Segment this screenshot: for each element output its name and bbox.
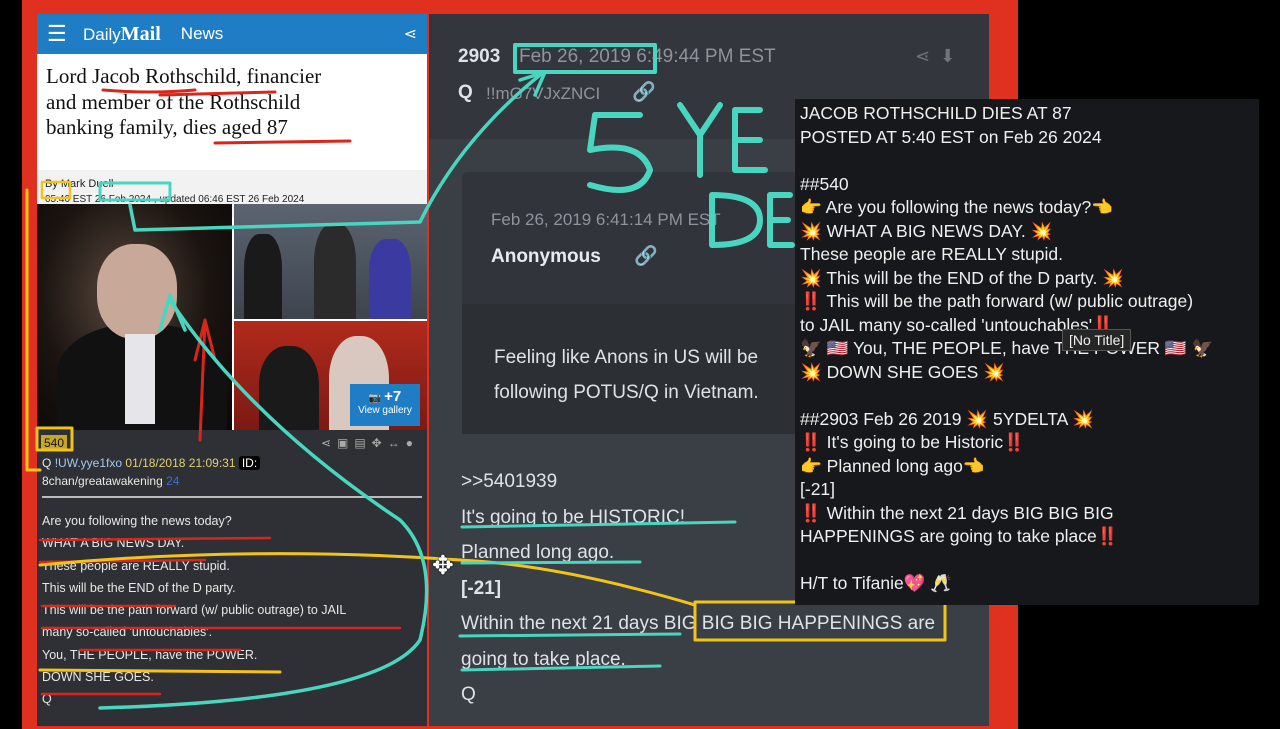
post-line: Are you following the news today?	[42, 514, 232, 528]
anon-poster-name: Anonymous	[491, 246, 601, 267]
anon-post-date: Feb 26, 2019 6:41:14 PM EST	[491, 210, 721, 229]
note-line: 💥 This will be the END of the D party. 💥	[800, 267, 1125, 288]
note-line: 👉 Are you following the news today?👈	[800, 197, 1114, 217]
reply-line: Within the next 21 days BIG BIG BIG HAPP…	[461, 613, 936, 634]
note-line: ##2903 Feb 26 2019 💥 5YDELTA 💥	[800, 408, 1094, 429]
post-line: WHAT A BIG NEWS DAY.	[42, 536, 185, 551]
daily-mail-header: ☰ DailyMail News ⋖	[37, 14, 427, 54]
post-line: many so-called 'untouchables'.	[42, 625, 213, 640]
note-line: 💥 DOWN SHE GOES 💥	[800, 361, 1005, 382]
note-line: 🦅 🇺🇸 You, THE PEOPLE, have THE POWER 🇺🇸 …	[800, 338, 1214, 358]
poster-name: Q	[42, 456, 52, 470]
note-line: ##540	[800, 173, 849, 194]
post-line: You, THE PEOPLE, have the POWER.	[42, 647, 258, 662]
headline-line: and member of the Rothschild	[46, 89, 301, 114]
overlay-text-note: JACOB ROTHSCHILD DIES AT 87 POSTED AT 5:…	[795, 99, 1259, 605]
post-date: 01/18/2018 21:09:31	[125, 456, 236, 470]
post-id-badge: ID:	[238, 456, 261, 470]
view-gallery-button[interactable]: 📷 +7 View gallery	[350, 384, 420, 426]
anon-line: Feeling like Anons in US will be	[494, 347, 759, 368]
post-line: Q	[42, 692, 52, 707]
headline-line: Lord Jacob Rothschild, financier	[46, 64, 322, 88]
reply-line: Q	[461, 684, 476, 705]
camera-icon: 📷 +7	[368, 388, 402, 405]
share-icon[interactable]: ⋖	[404, 24, 417, 44]
note-line	[800, 149, 1259, 173]
note-line: ‼️ It's going to be Historic‼️	[800, 432, 1025, 452]
move-cursor-icon: ✥	[432, 550, 454, 580]
note-line: POSTED AT 5:40 EST on Feb 26 2024	[800, 126, 1102, 147]
daily-mail-article: ☰ DailyMail News ⋖ Lord Jacob Rothschild…	[37, 14, 427, 430]
share-download-icons[interactable]: ⋖⬇	[915, 46, 965, 67]
post-action-icons[interactable]: ⋖▣▤✥↔●	[321, 436, 419, 450]
chan-post-toolbar: 540 ⋖▣▤✥↔●	[37, 430, 427, 456]
post-line: DOWN SHE GOES.	[42, 670, 154, 685]
note-line: 💥 WHAT A BIG NEWS DAY. 💥	[800, 220, 1053, 241]
note-line: 👉 Planned long ago👈	[800, 455, 985, 476]
post-line: These people are REALLY stupid.	[42, 558, 230, 573]
q-post-date: Feb 26, 2019 6:49:44 PM EST	[519, 46, 776, 67]
note-line	[800, 384, 1259, 408]
hamburger-icon[interactable]: ☰	[47, 21, 73, 47]
note-line: ‼️ This will be the path forward (w/ pub…	[800, 291, 1194, 311]
note-line: to JAIL many so-called 'untouchables'‼️	[800, 314, 1114, 335]
portrait-photo[interactable]	[37, 204, 232, 430]
post-line: This will be the path forward (w/ public…	[42, 603, 347, 618]
chan-post-540: 540 ⋖▣▤✥↔● Q !UW.yye1fxo 01/18/2018 21:0…	[37, 430, 427, 726]
article-headline: Lord Jacob Rothschild, financier and mem…	[37, 54, 427, 170]
note-line: ‼️ Within the next 21 days BIG BIG BIG	[800, 502, 1114, 523]
post-meta: Q !UW.yye1fxo 01/18/2018 21:09:31 ID:	[37, 456, 427, 470]
q-poster-name: Q	[458, 82, 473, 103]
q-poster-trip: !!mG7VJxZNCI	[486, 84, 601, 103]
article-photos: 📷 +7 View gallery	[37, 204, 427, 430]
post-number: 540	[41, 435, 68, 451]
section-label[interactable]: News	[181, 24, 224, 44]
note-line: H/T to Tifanie💖 🥂	[800, 573, 953, 593]
link-icon[interactable]: 🔗	[632, 80, 656, 104]
note-line: [-21]	[800, 479, 836, 499]
board-link[interactable]: 8chan/greatawakening 24	[37, 474, 427, 488]
post-line: This will be the END of the D party.	[42, 580, 236, 595]
note-line: HAPPENINGS are going to take place‼️	[800, 526, 1119, 546]
daily-mail-logo[interactable]: DailyMail	[83, 23, 161, 46]
link-icon[interactable]: 🔗	[634, 244, 658, 268]
poster-trip: !UW.yye1fxo	[54, 456, 123, 470]
note-line: JACOB ROTHSCHILD DIES AT 87	[800, 103, 1072, 123]
q-post-number: 2903	[458, 46, 501, 67]
reply-line: going to take place.	[461, 648, 626, 670]
title-tooltip: [No Title]	[1062, 329, 1132, 351]
note-line: These people are REALLY stupid.	[800, 244, 1063, 264]
headline-line: banking family, dies aged 87	[46, 115, 288, 139]
gallery-label: View gallery	[358, 405, 412, 416]
anon-line: following POTUS/Q in Vietnam.	[494, 382, 759, 403]
divider	[42, 496, 422, 498]
note-line	[800, 549, 1259, 573]
author-byline[interactable]: By Mark Duell	[45, 178, 427, 190]
group-photo[interactable]	[234, 204, 427, 319]
post-body: Are you following the news today? WHAT A…	[37, 510, 427, 711]
